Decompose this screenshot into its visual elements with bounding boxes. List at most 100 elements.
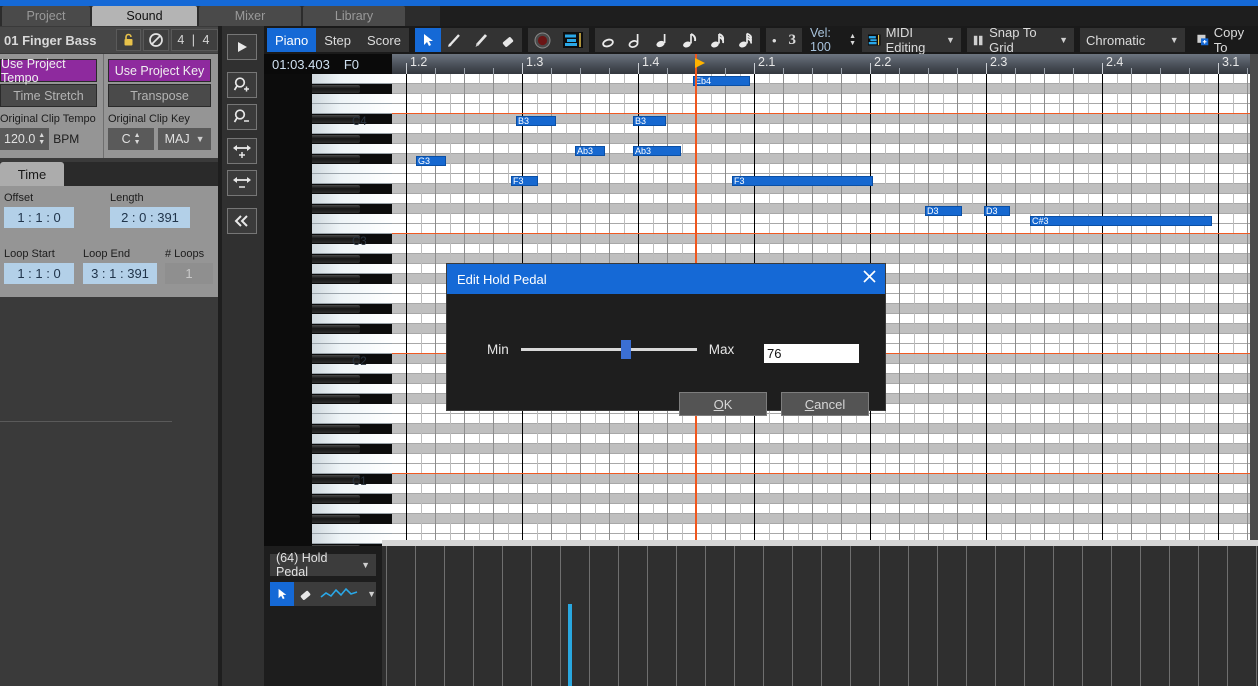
paint-tool[interactable]	[468, 28, 495, 52]
view-mode-score[interactable]: Score	[359, 28, 409, 52]
num-loops-field[interactable]: 1	[165, 263, 213, 284]
loop-start-field[interactable]: 1 : 1 : 0	[4, 263, 74, 284]
playhead-flag-icon[interactable]	[695, 58, 705, 68]
midi-note[interactable]: C#3	[1030, 216, 1212, 226]
erase-tool[interactable]	[495, 28, 522, 52]
piano-black-key[interactable]	[312, 325, 360, 333]
midi-note[interactable]: B3	[516, 116, 556, 126]
triplet-button[interactable]: 3	[783, 28, 803, 52]
piano-white-key[interactable]	[312, 194, 392, 204]
slider-thumb[interactable]	[621, 340, 632, 359]
cancel-button[interactable]: Cancel	[781, 392, 869, 416]
piano-white-key[interactable]	[312, 164, 392, 174]
midi-note[interactable]: G3	[416, 156, 446, 166]
chevron-down-icon[interactable]: ▼	[367, 589, 376, 599]
piano-white-key[interactable]	[312, 344, 392, 354]
piano-white-key[interactable]	[312, 454, 392, 464]
piano-black-key[interactable]	[312, 135, 360, 143]
piano-white-key[interactable]	[312, 294, 392, 304]
tab-sound[interactable]: Sound	[92, 6, 197, 26]
original-clip-tempo-stepper[interactable]: 120.0 ▲ ▼	[0, 128, 50, 150]
select-tool[interactable]	[414, 28, 441, 52]
tab-project[interactable]: Project	[2, 6, 90, 26]
piano-white-key[interactable]	[312, 74, 392, 84]
midi-note[interactable]: Eb4	[693, 76, 750, 86]
piano-white-key[interactable]	[312, 434, 392, 444]
pattern-button[interactable]	[557, 28, 589, 52]
piano-black-key[interactable]	[312, 495, 360, 503]
view-mode-step[interactable]: Step	[316, 28, 359, 52]
play-button[interactable]	[227, 34, 257, 60]
vertical-scrollbar[interactable]	[1250, 54, 1258, 546]
scale-select[interactable]: MAJ ▼	[158, 128, 211, 150]
ok-button[interactable]: OK	[679, 392, 767, 416]
tab-time[interactable]: Time	[0, 162, 64, 186]
value-slider[interactable]	[520, 340, 697, 359]
piano-white-key[interactable]	[312, 384, 392, 394]
tab-mixer[interactable]: Mixer	[199, 6, 301, 26]
piano-black-key[interactable]	[312, 205, 360, 213]
lane-select-tool[interactable]	[270, 582, 295, 606]
piano-white-key[interactable]	[312, 414, 392, 424]
midi-note[interactable]: Ab3	[633, 146, 681, 156]
piano-white-key[interactable]	[312, 214, 392, 224]
midi-note[interactable]: D3	[984, 206, 1010, 216]
controller-lane[interactable]	[382, 546, 1258, 686]
value-input[interactable]	[764, 344, 859, 363]
original-clip-key-stepper[interactable]: C ▲ ▼	[108, 128, 155, 150]
timeline-ruler[interactable]: 1.2 1.3 1.4 2.1 2.2 2.3 2.4 3.1	[392, 54, 1258, 74]
piano-black-key[interactable]	[312, 425, 360, 433]
zoom-h-in-button[interactable]	[227, 138, 257, 164]
midi-note[interactable]: Ab3	[575, 146, 605, 156]
piano-white-key[interactable]	[312, 404, 392, 414]
lane-curve-tool[interactable]	[318, 582, 359, 606]
piano-white-key[interactable]	[312, 504, 392, 514]
length-field[interactable]: 2 : 0 : 391	[110, 207, 190, 228]
no-entry-icon[interactable]	[143, 29, 169, 51]
scale-mode-select[interactable]: Chromatic ▼	[1080, 28, 1185, 52]
piano-white-key[interactable]	[312, 104, 392, 114]
midi-note[interactable]: B3	[633, 116, 666, 126]
piano-white-key[interactable]	[312, 464, 392, 474]
time-signature[interactable]: 4 | 4	[170, 29, 218, 51]
piano-black-key[interactable]	[312, 375, 360, 383]
sixteenth-note-button[interactable]	[704, 28, 732, 52]
snap-select[interactable]: Snap To Grid ▼	[966, 25, 1075, 55]
copy-to-button[interactable]: Copy To	[1191, 25, 1258, 55]
view-mode-piano[interactable]: Piano	[267, 28, 317, 52]
piano-black-key[interactable]	[312, 185, 360, 193]
piano-white-key[interactable]	[312, 224, 392, 234]
piano-black-key[interactable]	[312, 85, 360, 93]
loop-end-field[interactable]: 3 : 1 : 391	[83, 263, 157, 284]
record-button[interactable]	[528, 28, 557, 52]
midi-note[interactable]: F3	[511, 176, 538, 186]
tab-library[interactable]: Library	[303, 6, 405, 26]
piano-black-key[interactable]	[312, 255, 360, 263]
transpose-button[interactable]: Transpose	[108, 84, 211, 107]
piano-white-key[interactable]	[312, 174, 392, 184]
eighth-note-button[interactable]	[676, 28, 704, 52]
controller-event[interactable]	[568, 604, 572, 686]
velocity-stepper[interactable]: Vel: 100 ▲ ▼	[810, 26, 856, 54]
dotted-note-button[interactable]: •	[766, 28, 783, 52]
piano-white-key[interactable]	[312, 534, 392, 544]
piano-white-key[interactable]	[312, 284, 392, 294]
piano-black-key[interactable]	[312, 515, 360, 523]
piano-white-key[interactable]	[312, 94, 392, 104]
piano-white-key[interactable]	[312, 524, 392, 534]
half-note-button[interactable]	[622, 28, 649, 52]
close-icon[interactable]	[862, 269, 877, 289]
midi-editing-select[interactable]: MIDI Editing ▼	[862, 25, 961, 55]
piano-black-key[interactable]	[312, 445, 360, 453]
piano-black-key[interactable]	[312, 155, 360, 163]
lane-erase-tool[interactable]	[294, 582, 318, 606]
lock-icon[interactable]	[115, 29, 142, 51]
piano-white-key[interactable]	[312, 314, 392, 324]
piano-white-key[interactable]	[312, 334, 392, 344]
zoom-out-button[interactable]	[227, 104, 257, 130]
midi-note[interactable]: F3	[732, 176, 873, 186]
piano-black-key[interactable]	[312, 305, 360, 313]
controller-select[interactable]: (64) Hold Pedal ▼	[270, 551, 376, 579]
piano-white-key[interactable]	[312, 144, 392, 154]
use-project-key-button[interactable]: Use Project Key	[108, 59, 211, 82]
